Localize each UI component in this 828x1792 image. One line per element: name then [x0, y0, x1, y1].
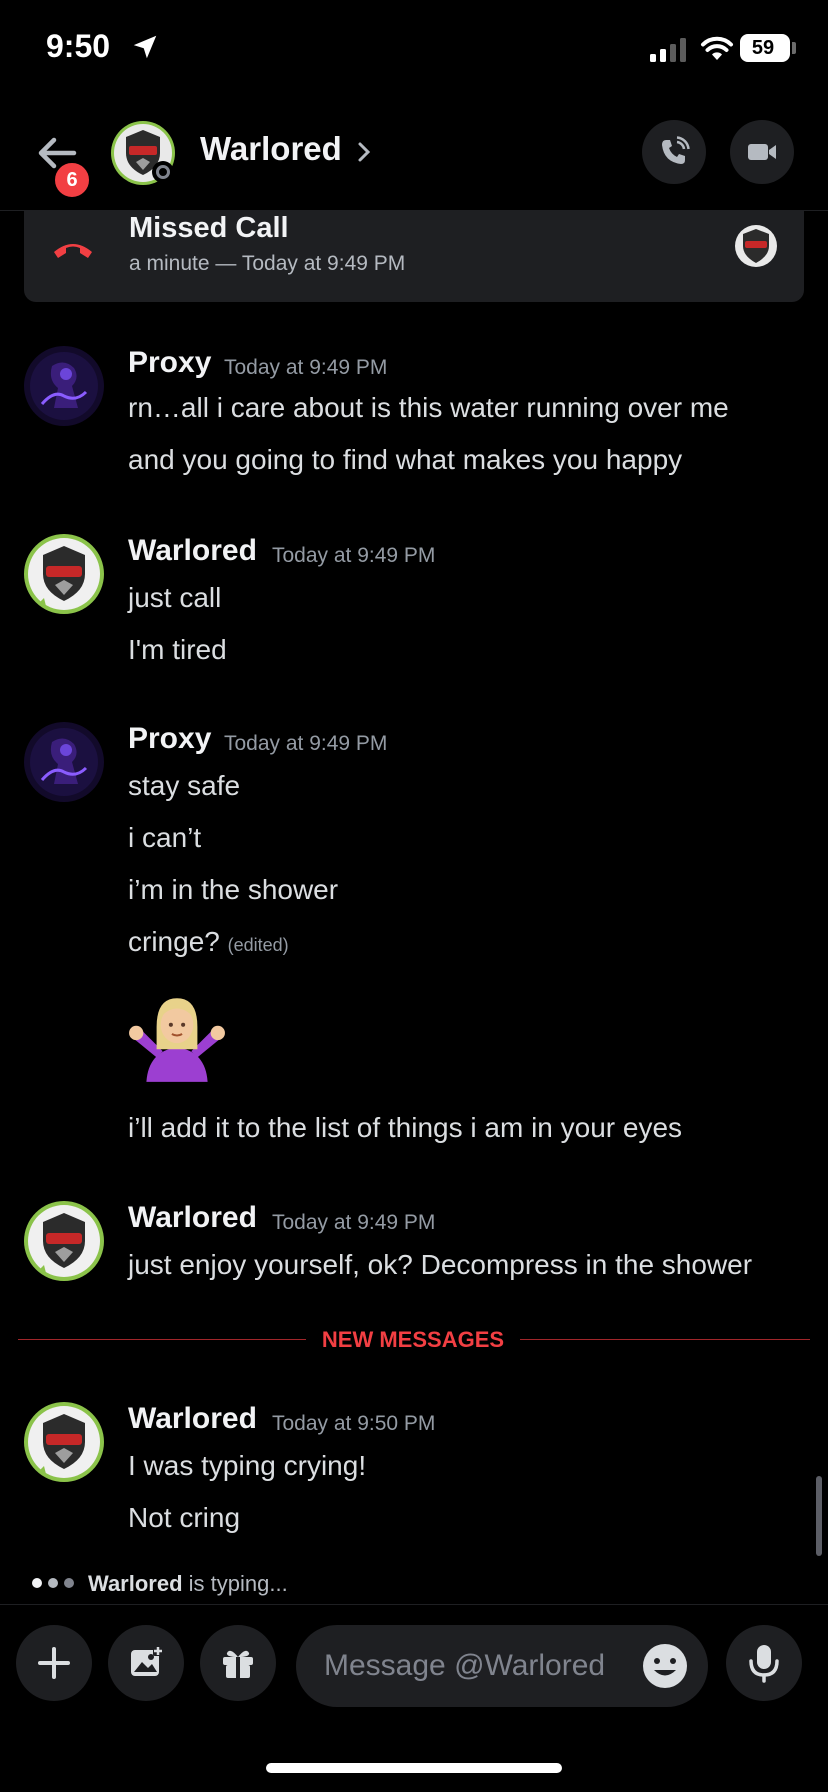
message-text: i’ll add it to the list of things i am i…: [128, 1112, 683, 1143]
message-text: and you going to find what makes you hap…: [128, 444, 683, 475]
divider-line: [520, 1339, 810, 1340]
voice-message-button[interactable]: [726, 1625, 802, 1701]
missed-call-icon: [54, 244, 92, 258]
message-text: i can’t: [128, 822, 202, 853]
message-author[interactable]: Proxy: [128, 722, 211, 756]
scrollbar[interactable]: [816, 1476, 822, 1556]
microphone-icon: [749, 1645, 779, 1683]
video-camera-icon: [748, 144, 776, 160]
message-text: I'm tired: [128, 634, 227, 665]
location-arrow-icon: [133, 35, 157, 59]
gift-button[interactable]: [200, 1625, 276, 1701]
person-shrugging-emoji[interactable]: [126, 990, 228, 1082]
chevron-right-icon[interactable]: [354, 140, 374, 164]
message-author[interactable]: Proxy: [128, 346, 211, 380]
battery-indicator: 59: [740, 34, 790, 62]
edited-label: (edited): [227, 935, 289, 955]
video-call-button[interactable]: [730, 120, 794, 184]
message-author[interactable]: Warlored: [128, 534, 257, 568]
message-text-content: cringe?: [128, 926, 220, 957]
divider-line: [18, 1339, 306, 1340]
typing-dot: [64, 1578, 74, 1588]
message-timestamp: Today at 9:49 PM: [224, 732, 388, 755]
channel-name[interactable]: Warlored: [200, 130, 342, 168]
message-timestamp: Today at 9:50 PM: [272, 1412, 436, 1435]
missed-call-title: Missed Call: [129, 212, 289, 244]
message-text: i’m in the shower: [128, 874, 339, 905]
typing-user: Warlored: [88, 1571, 183, 1596]
add-attachment-button[interactable]: [16, 1625, 92, 1701]
home-indicator[interactable]: [266, 1763, 562, 1773]
missed-call-subtitle: a minute — Today at 9:49 PM: [129, 252, 406, 275]
message-composer: [0, 1604, 828, 1725]
typing-dot: [48, 1578, 58, 1588]
caller-avatar: [735, 225, 777, 267]
gift-icon: [223, 1650, 253, 1678]
emoji-icon[interactable]: [642, 1643, 688, 1689]
plus-icon: [38, 1647, 70, 1679]
chat-header: 6 Warlored: [0, 100, 828, 211]
wifi-icon: [701, 36, 733, 60]
typing-dot: [32, 1578, 42, 1588]
avatar[interactable]: [24, 346, 104, 426]
message-author[interactable]: Warlored: [128, 1201, 257, 1235]
status-time: 9:50: [46, 28, 111, 64]
gallery-button[interactable]: [108, 1625, 184, 1701]
avatar[interactable]: [24, 1402, 104, 1482]
avatar[interactable]: [24, 534, 104, 614]
image-icon: [131, 1646, 163, 1676]
message-text: cringe? (edited): [128, 926, 289, 958]
message-timestamp: Today at 9:49 PM: [224, 356, 388, 379]
offline-status-icon: [152, 161, 174, 183]
battery-level: 59: [751, 37, 775, 59]
typing-label: is typing...: [182, 1571, 288, 1596]
message-text: I was typing crying!: [128, 1450, 367, 1481]
message-text: just call: [128, 582, 222, 613]
phone-icon: [662, 136, 690, 164]
new-messages-divider: NEW MESSAGES: [321, 1327, 505, 1352]
message-text: just enjoy yourself, ok? Decompress in t…: [128, 1249, 753, 1280]
avatar[interactable]: [24, 722, 104, 802]
message-timestamp: Today at 9:49 PM: [272, 1211, 436, 1234]
voice-call-button[interactable]: [642, 120, 706, 184]
status-bar: 9:50 59: [0, 0, 828, 100]
message-text: Not cring: [128, 1502, 241, 1533]
message-text: rn…all i care about is this water runnin…: [128, 392, 729, 423]
typing-text: Warlored is typing...: [88, 1571, 288, 1597]
avatar[interactable]: [24, 1201, 104, 1281]
message-timestamp: Today at 9:49 PM: [272, 544, 436, 567]
cellular-signal-icon: [650, 38, 686, 62]
message-author[interactable]: Warlored: [128, 1402, 257, 1436]
missed-call-card: Missed Call a minute — Today at 9:49 PM: [24, 210, 804, 302]
message-text: stay safe: [128, 770, 241, 801]
unread-badge: 6: [52, 160, 92, 200]
battery-nub: [792, 42, 796, 54]
